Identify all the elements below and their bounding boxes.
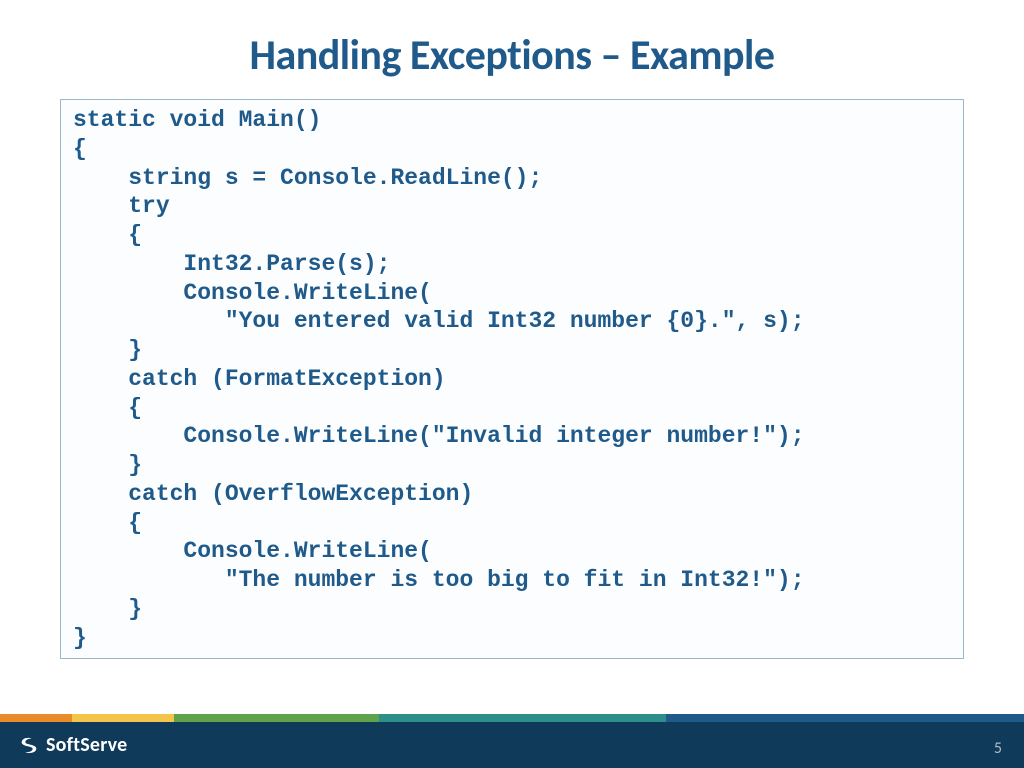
- brand-logo: SoftServe: [18, 733, 127, 757]
- slide: Handling Exceptions – Example static voi…: [0, 0, 1024, 768]
- stripe-teal: [379, 714, 666, 722]
- brand-logo-icon: [18, 734, 40, 756]
- stripe-blue: [666, 714, 1024, 722]
- footer: SoftServe 5: [0, 714, 1024, 768]
- page-number: 5: [994, 739, 1002, 758]
- stripe-orange: [0, 714, 72, 722]
- stripe-green: [174, 714, 379, 722]
- footer-stripes: [0, 714, 1024, 722]
- brand-name: SoftServe: [46, 733, 127, 757]
- stripe-yellow: [72, 714, 174, 722]
- footer-bar: SoftServe 5: [0, 722, 1024, 768]
- code-content: static void Main() { string s = Console.…: [73, 106, 951, 652]
- page-title: Handling Exceptions – Example: [0, 30, 1024, 81]
- code-block: static void Main() { string s = Console.…: [60, 99, 964, 659]
